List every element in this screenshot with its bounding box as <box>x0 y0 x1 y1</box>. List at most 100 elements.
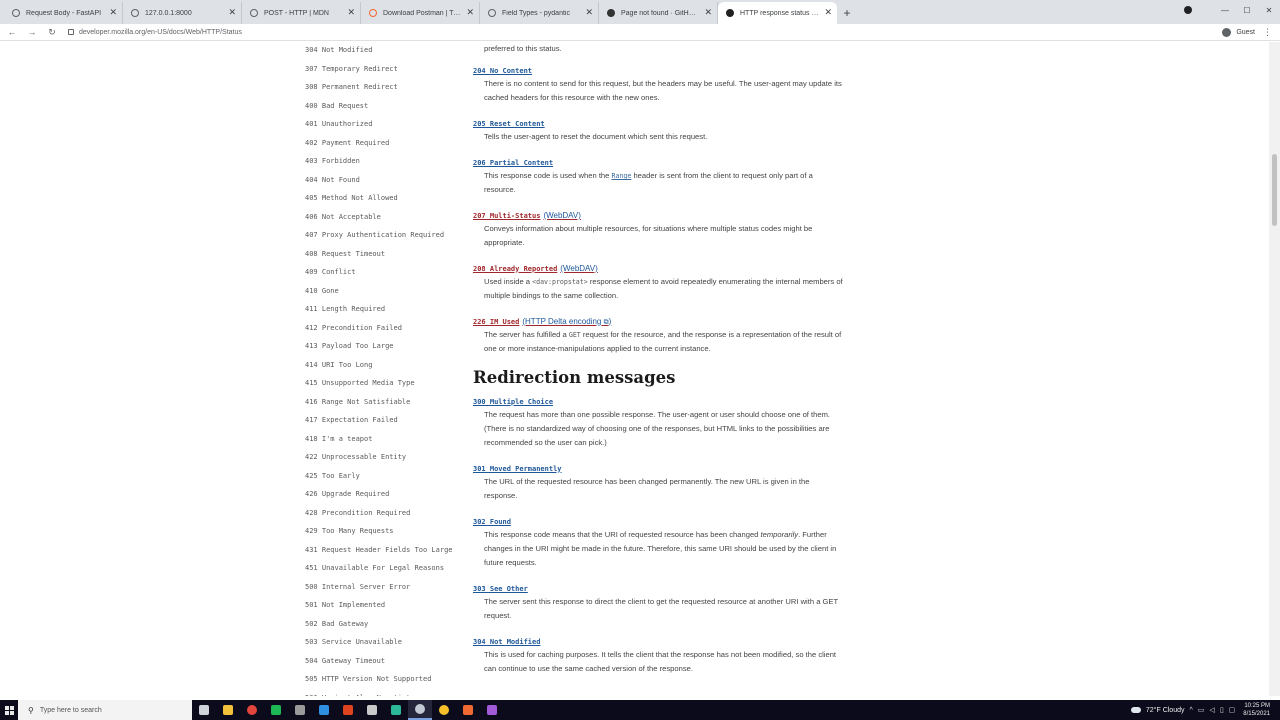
sidebar-item[interactable]: 417 Expectation Failed <box>305 411 470 430</box>
tab-postman[interactable]: Download Postman | Try Postman ✕ <box>361 2 480 24</box>
taskbar-app-button[interactable] <box>456 700 480 720</box>
taskbar-app-button[interactable] <box>384 700 408 720</box>
close-icon[interactable]: ✕ <box>347 8 355 17</box>
sidebar-item[interactable]: 409 Conflict <box>305 263 470 282</box>
sidebar-item[interactable]: 506 Variant Also Negotiates <box>305 689 470 696</box>
sidebar-item[interactable]: 414 URI Too Long <box>305 356 470 375</box>
scrollbar-thumb[interactable] <box>1272 154 1277 226</box>
status-code-link[interactable]: 304 Not Modified <box>473 635 843 648</box>
tab-post-mdn[interactable]: POST - HTTP | MDN ✕ <box>242 2 361 24</box>
status-code-text[interactable]: 304 Not Modified <box>473 638 540 646</box>
weather-text[interactable]: 72°F Cloudy <box>1146 707 1185 714</box>
sidebar-item[interactable]: 410 Gone <box>305 282 470 301</box>
sidebar-item[interactable]: 500 Internal Server Error <box>305 578 470 597</box>
status-code-text[interactable]: 301 Moved Permanently <box>473 465 562 473</box>
tab-github[interactable]: Page not found · GitHub · GitHub ✕ <box>599 2 718 24</box>
sidebar-item[interactable]: 451 Unavailable For Legal Reasons <box>305 559 470 578</box>
sidebar-item[interactable]: 505 HTTP Version Not Supported <box>305 670 470 689</box>
status-code-text[interactable]: 302 Found <box>473 518 511 526</box>
menu-dots-icon[interactable]: ⋮ <box>1263 27 1272 38</box>
taskbar-app-button[interactable] <box>264 700 288 720</box>
reload-icon[interactable]: ↻ <box>44 27 60 38</box>
tab-localhost[interactable]: 127.0.0.1:8000 ✕ <box>123 2 242 24</box>
sidebar-item[interactable]: 428 Precondition Required <box>305 504 470 523</box>
taskbar-clock[interactable]: 10:25 PM 8/15/2021 <box>1243 702 1270 718</box>
taskbar-app-button[interactable] <box>336 700 360 720</box>
start-button[interactable] <box>0 700 18 720</box>
sidebar-item[interactable]: 426 Upgrade Required <box>305 485 470 504</box>
sidebar-item[interactable]: 429 Too Many Requests <box>305 522 470 541</box>
status-code-link[interactable]: 302 Found <box>473 515 843 528</box>
notification-icon[interactable]: ▢ <box>1229 706 1236 714</box>
sidebar-item[interactable]: 431 Request Header Fields Too Large <box>305 541 470 560</box>
status-code-link[interactable]: 226 IM Used (HTTP Delta encoding ⧉) <box>473 315 843 328</box>
sidebar-item[interactable]: 425 Too Early <box>305 467 470 486</box>
taskbar-app-button[interactable] <box>312 700 336 720</box>
maximize-icon[interactable]: ☐ <box>1236 6 1258 15</box>
minimize-icon[interactable]: — <box>1214 6 1236 15</box>
taskbar-app-button[interactable] <box>288 700 312 720</box>
forward-arrow-icon[interactable]: → <box>24 27 40 37</box>
sidebar-item[interactable]: 402 Payment Required <box>305 134 470 153</box>
status-code-text[interactable]: 300 Multiple Choice <box>473 398 553 406</box>
sidebar-item[interactable]: 401 Unauthorized <box>305 115 470 134</box>
sidebar-item[interactable]: 408 Request Timeout <box>305 245 470 264</box>
back-arrow-icon[interactable]: ← <box>4 27 20 37</box>
sidebar-item[interactable]: 407 Proxy Authentication Required <box>305 226 470 245</box>
ref-text[interactable]: (HTTP Delta encoding <box>522 317 601 326</box>
page-scrollbar[interactable] <box>1269 42 1280 696</box>
sidebar-item[interactable]: 504 Gateway Timeout <box>305 652 470 671</box>
close-icon[interactable]: ✕ <box>704 8 712 17</box>
sidebar-item[interactable]: 304 Not Modified <box>305 42 470 60</box>
webdav-link[interactable]: (WebDAV) <box>560 264 598 273</box>
sidebar-item[interactable]: 307 Temporary Redirect <box>305 60 470 79</box>
address-bar[interactable]: developer.mozilla.org/en-US/docs/Web/HTT… <box>68 29 1222 36</box>
taskbar-app-button[interactable] <box>192 700 216 720</box>
close-window-icon[interactable]: ✕ <box>1258 6 1280 15</box>
sidebar-item[interactable]: 405 Method Not Allowed <box>305 189 470 208</box>
status-code-link[interactable]: 205 Reset Content <box>473 117 843 130</box>
close-icon[interactable]: ✕ <box>466 8 474 17</box>
chevron-up-icon[interactable]: ^ <box>1190 707 1193 714</box>
tab-http-status[interactable]: HTTP response status codes - HTTP ✕ <box>718 2 837 24</box>
status-code-text[interactable]: 208 Already Reported <box>473 265 557 273</box>
status-code-text[interactable]: 206 Partial Content <box>473 159 553 167</box>
status-code-link[interactable]: 301 Moved Permanently <box>473 462 843 475</box>
taskbar-app-button[interactable] <box>408 700 432 720</box>
sidebar-item[interactable]: 418 I'm a teapot <box>305 430 470 449</box>
taskbar-app-button[interactable] <box>480 700 504 720</box>
volume-icon[interactable]: ◁ <box>1209 706 1214 714</box>
sidebar-item[interactable]: 422 Unprocessable Entity <box>305 448 470 467</box>
taskbar-search[interactable]: ⚲ Type here to search <box>18 700 192 720</box>
taskbar-app-button[interactable] <box>360 700 384 720</box>
tab-request-body[interactable]: Request Body - FastAPI ✕ <box>4 2 123 24</box>
battery-icon[interactable]: ▯ <box>1220 706 1224 714</box>
status-code-link[interactable]: 303 See Other <box>473 582 843 595</box>
close-icon[interactable]: ✕ <box>824 8 832 17</box>
tab-pydantic[interactable]: Field Types - pydantic ✕ <box>480 2 599 24</box>
status-code-link[interactable]: 204 No Content <box>473 64 843 77</box>
sidebar-item[interactable]: 412 Precondition Failed <box>305 319 470 338</box>
profile-button[interactable]: Guest <box>1222 27 1255 37</box>
network-icon[interactable]: ▭ <box>1198 706 1205 714</box>
close-icon[interactable]: ✕ <box>585 8 593 17</box>
sidebar-item[interactable]: 411 Length Required <box>305 300 470 319</box>
sidebar-item[interactable]: 404 Not Found <box>305 171 470 190</box>
taskbar-app-button[interactable] <box>240 700 264 720</box>
status-code-text[interactable]: 207 Multi-Status <box>473 212 540 220</box>
range-header-link[interactable]: Range <box>611 172 631 180</box>
status-code-link[interactable]: 300 Multiple Choice <box>473 395 843 408</box>
sidebar-item[interactable]: 308 Permanent Redirect <box>305 78 470 97</box>
sidebar-item[interactable]: 403 Forbidden <box>305 152 470 171</box>
taskbar-app-button[interactable] <box>216 700 240 720</box>
sidebar-item[interactable]: 406 Not Acceptable <box>305 208 470 227</box>
status-code-text[interactable]: 303 See Other <box>473 585 528 593</box>
status-code-link[interactable]: 207 Multi-Status (WebDAV) <box>473 209 843 222</box>
close-icon[interactable]: ✕ <box>109 8 117 17</box>
new-tab-button[interactable]: + <box>837 2 857 24</box>
sidebar-item[interactable]: 415 Unsupported Media Type <box>305 374 470 393</box>
taskbar-app-button[interactable] <box>432 700 456 720</box>
sidebar-item[interactable]: 400 Bad Request <box>305 97 470 116</box>
sidebar-item[interactable]: 501 Not Implemented <box>305 596 470 615</box>
sidebar-item[interactable]: 413 Payload Too Large <box>305 337 470 356</box>
